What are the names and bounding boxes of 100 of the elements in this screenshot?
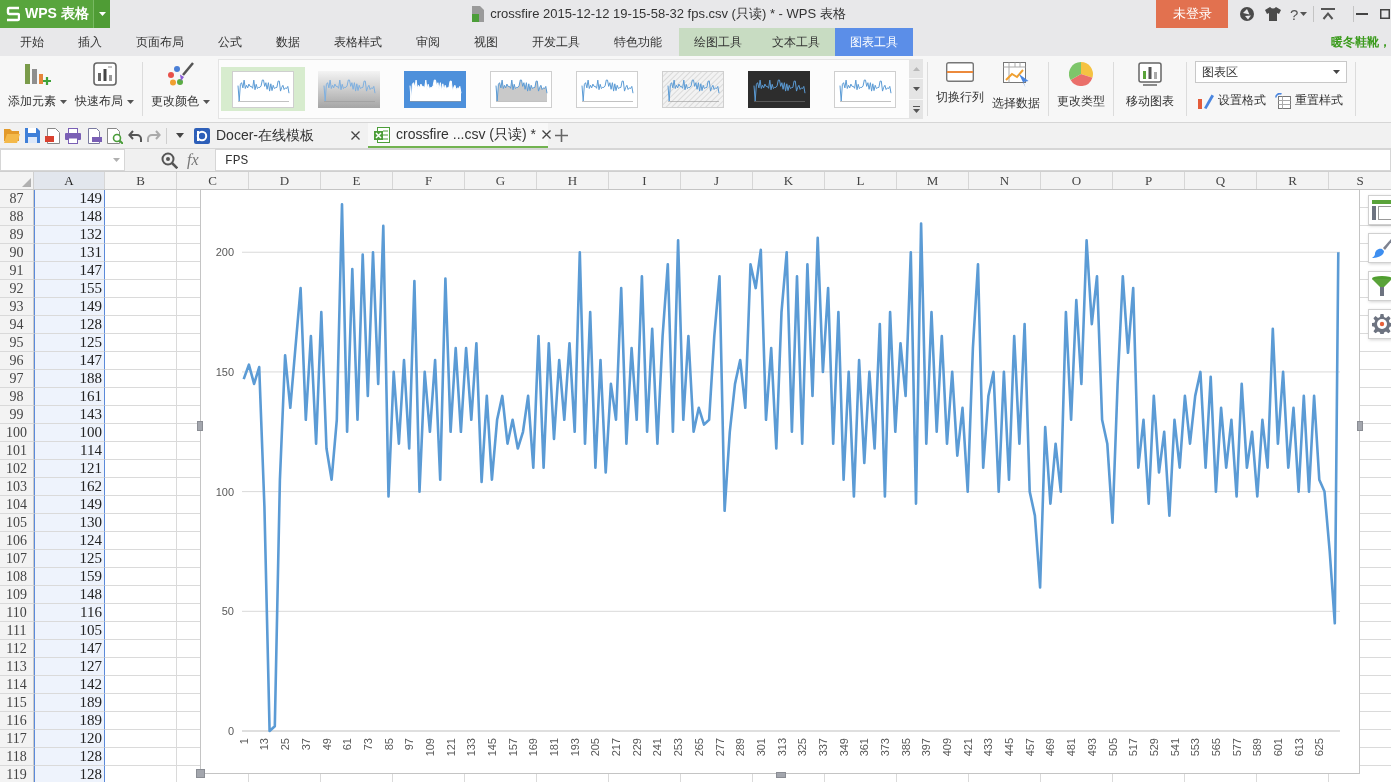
x-axis-label: 361: [858, 738, 871, 757]
row-number[interactable]: 117: [0, 730, 34, 748]
row-number[interactable]: 114: [0, 676, 34, 694]
resize-handle[interactable]: [1357, 421, 1363, 431]
row-number[interactable]: 100: [0, 424, 34, 442]
resize-handle[interactable]: [196, 769, 205, 778]
add-element-button[interactable]: 添加元素: [4, 56, 71, 122]
row-number[interactable]: 118: [0, 748, 34, 766]
chart-element-dropdown[interactable]: 图表区: [1195, 61, 1347, 83]
row-number[interactable]: 98: [0, 388, 34, 406]
formula-field[interactable]: FPS: [215, 149, 1391, 171]
row-number[interactable]: 93: [0, 298, 34, 316]
row-number[interactable]: 101: [0, 442, 34, 460]
row-number[interactable]: 105: [0, 514, 34, 532]
restore-icon[interactable]: [1380, 9, 1391, 19]
menu-tab[interactable]: 数据: [259, 28, 317, 56]
minimize-icon[interactable]: [1356, 13, 1369, 15]
row-number[interactable]: 91: [0, 262, 34, 280]
row-number[interactable]: 92: [0, 280, 34, 298]
gallery-more-button[interactable]: [909, 99, 923, 119]
document-search-icon[interactable]: [107, 127, 123, 144]
row-number[interactable]: 113: [0, 658, 34, 676]
shirt-icon[interactable]: [1265, 7, 1281, 21]
table-cell: 189: [34, 694, 105, 712]
row-number[interactable]: 87: [0, 190, 34, 208]
resize-handle[interactable]: [197, 421, 203, 431]
row-number[interactable]: 109: [0, 586, 34, 604]
row-number[interactable]: 110: [0, 604, 34, 622]
chart-filter-button[interactable]: [1368, 271, 1391, 301]
chart-preview-drawing: [404, 70, 466, 108]
menu-tab[interactable]: 表格样式: [317, 28, 399, 56]
chart-settings-button[interactable]: [1368, 309, 1391, 339]
menu-tab[interactable]: 公式: [201, 28, 259, 56]
table-cell: 147: [34, 352, 105, 370]
menu-tab[interactable]: 文本工具: [757, 28, 835, 56]
undo-icon[interactable]: [128, 129, 142, 142]
app-logo-icon: [6, 6, 20, 22]
document-export-icon[interactable]: [45, 127, 60, 144]
collapse-ribbon-icon[interactable]: [1321, 8, 1336, 20]
row-number[interactable]: 115: [0, 694, 34, 712]
row-number[interactable]: 112: [0, 640, 34, 658]
row-number[interactable]: 89: [0, 226, 34, 244]
row-number[interactable]: 106: [0, 532, 34, 550]
menu-tab[interactable]: 页面布局: [119, 28, 201, 56]
x-axis-label: 145: [485, 738, 498, 757]
row-number[interactable]: 97: [0, 370, 34, 388]
table-cell: 105: [34, 622, 105, 640]
row-number[interactable]: 111: [0, 622, 34, 640]
chart-preview-drawing: [834, 70, 896, 108]
document-print-icon[interactable]: [86, 127, 102, 144]
resize-handle[interactable]: [776, 772, 786, 778]
menu-tab[interactable]: 视图: [457, 28, 515, 56]
quick-layout-button[interactable]: 快速布局: [71, 56, 138, 122]
row-number[interactable]: 104: [0, 496, 34, 514]
name-box-field[interactable]: [0, 149, 125, 171]
document-tab[interactable]: crossfire ...csv (只读) *: [368, 123, 548, 148]
print-icon[interactable]: [65, 127, 81, 144]
add-icon[interactable]: [555, 129, 568, 142]
column-header[interactable]: B: [105, 172, 177, 189]
row-number[interactable]: 102: [0, 460, 34, 478]
change-color-button[interactable]: 更改颜色: [147, 56, 214, 122]
row-number[interactable]: 107: [0, 550, 34, 568]
save-icon[interactable]: [25, 128, 40, 143]
row-number[interactable]: 96: [0, 352, 34, 370]
menu-tab[interactable]: 开发工具: [515, 28, 597, 56]
menu-tab[interactable]: 插入: [61, 28, 119, 56]
menu-tab[interactable]: 绘图工具: [679, 28, 757, 56]
column-header[interactable]: S: [1329, 172, 1391, 189]
menu-tab[interactable]: 审阅: [399, 28, 457, 56]
theme-icon[interactable]: [1240, 7, 1254, 21]
format-selection-button[interactable]: 设置格式: [1198, 92, 1266, 109]
y-axis-label: 150: [215, 365, 234, 378]
reset-style-button[interactable]: 重置样式: [1275, 92, 1343, 109]
row-number[interactable]: 88: [0, 208, 34, 226]
change-type-button[interactable]: 更改类型: [1053, 56, 1109, 122]
help-button[interactable]: ?: [1290, 5, 1308, 23]
insert-function-button[interactable]: fx: [187, 151, 199, 169]
gallery-down-button[interactable]: [909, 79, 923, 99]
row-number[interactable]: 90: [0, 244, 34, 262]
chart-style-button[interactable]: [1368, 233, 1391, 263]
row-number[interactable]: 94: [0, 316, 34, 334]
chart-elements-button[interactable]: [1368, 195, 1391, 225]
zoom-icon[interactable]: [161, 151, 178, 169]
select-data-button[interactable]: 选择数据: [988, 56, 1044, 122]
document-tab[interactable]: Docer-在线模板: [188, 123, 368, 148]
row-number[interactable]: 108: [0, 568, 34, 586]
row-number[interactable]: 116: [0, 712, 34, 730]
caret-icon[interactable]: [176, 133, 184, 138]
close-icon[interactable]: [542, 130, 551, 139]
move-chart-button[interactable]: 移动图表: [1118, 56, 1182, 122]
menu-tab[interactable]: 特色功能: [597, 28, 679, 56]
column-header[interactable]: A: [34, 172, 105, 189]
row-number[interactable]: 119: [0, 766, 34, 782]
row-number[interactable]: 103: [0, 478, 34, 496]
menu-tab[interactable]: 开始: [3, 28, 61, 56]
row-number[interactable]: 99: [0, 406, 34, 424]
row-number[interactable]: 95: [0, 334, 34, 352]
close-icon[interactable]: [351, 131, 360, 140]
app-dropdown-button[interactable]: [93, 0, 110, 28]
switch-row-column-button[interactable]: 切换行列: [932, 56, 988, 122]
